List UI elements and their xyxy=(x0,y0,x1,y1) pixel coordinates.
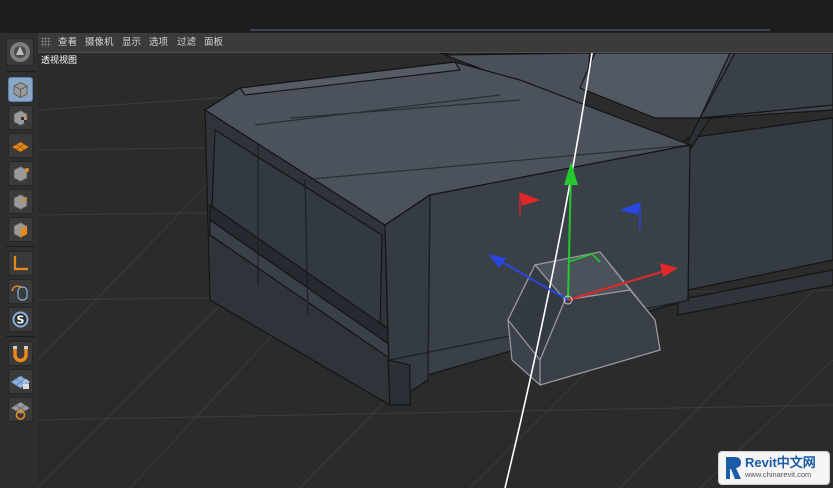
tweak-mode-button[interactable] xyxy=(8,279,33,304)
top-strip xyxy=(0,0,833,33)
grid-lock-icon xyxy=(10,375,31,389)
workplane-lock-button[interactable] xyxy=(8,369,33,394)
revit-r-icon xyxy=(726,457,741,479)
edge-mode-button[interactable] xyxy=(8,189,33,214)
cube-icon xyxy=(13,82,28,98)
texture-axis-button[interactable] xyxy=(8,133,33,158)
grid-rotate-icon xyxy=(10,401,31,420)
mouse-icon xyxy=(11,285,28,301)
texture-mode-button[interactable] xyxy=(8,105,33,130)
solo-mode-button[interactable]: S xyxy=(8,307,33,332)
axis-mode-button[interactable] xyxy=(8,251,33,276)
watermark-brand: Revit中文网 xyxy=(745,455,816,470)
perspective-viewport[interactable]: 透视视图 xyxy=(38,53,833,488)
axis-l-icon xyxy=(13,256,28,271)
menu-display[interactable]: 显示 xyxy=(122,36,141,49)
watermark-logo: Revit中文网 www.chinarevit.com xyxy=(718,451,830,485)
app-logo-icon[interactable] xyxy=(6,38,34,66)
viewport-menu-bar: 查看 摄像机 显示 选项 过滤 面板 xyxy=(38,33,833,53)
menu-panel[interactable]: 面板 xyxy=(204,36,223,49)
solo-s-icon: S xyxy=(12,311,29,328)
magnet-icon xyxy=(13,346,28,363)
polygon-cube-icon xyxy=(13,222,28,238)
polygon-mode-button[interactable] xyxy=(8,217,33,242)
menu-options[interactable]: 选项 xyxy=(149,36,168,49)
menu-filter[interactable]: 过滤 xyxy=(177,36,196,49)
menu-camera[interactable]: 摄像机 xyxy=(85,36,114,49)
watermark-url: www.chinarevit.com xyxy=(745,470,812,479)
edge-cube-icon xyxy=(13,194,28,210)
point-cube-icon xyxy=(13,166,29,182)
checker-cube-icon xyxy=(13,110,28,126)
model-mode-button[interactable] xyxy=(8,77,33,102)
checker-plane-icon xyxy=(11,141,30,153)
grip-icon[interactable] xyxy=(41,37,51,47)
menu-view[interactable]: 查看 xyxy=(58,36,77,49)
point-mode-button[interactable] xyxy=(8,161,33,186)
snap-button[interactable] xyxy=(8,341,33,366)
left-toolbar: S xyxy=(0,33,39,488)
svg-text:S: S xyxy=(17,314,25,327)
workplane-align-button[interactable] xyxy=(8,397,33,422)
viewport-label: 透视视图 xyxy=(41,56,78,66)
